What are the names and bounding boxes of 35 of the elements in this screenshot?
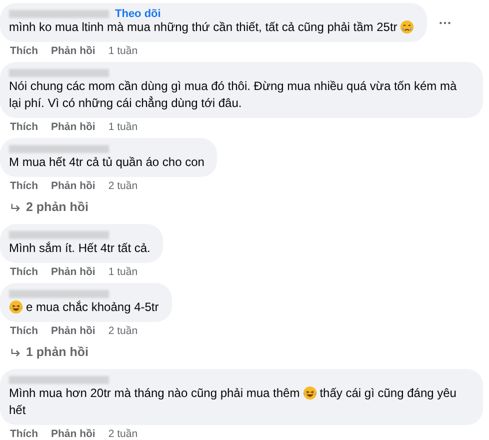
comment-text: Mình sắm ít. Hết 4tr tất cả. bbox=[9, 240, 150, 257]
follow-link[interactable]: Theo dõi bbox=[115, 8, 161, 20]
reply-arrow-icon bbox=[10, 202, 21, 212]
comment-time: 1 tuần bbox=[108, 121, 138, 133]
comment-time: 2 tuần bbox=[108, 428, 138, 440]
comment-time: 2 tuần bbox=[108, 180, 138, 192]
action-link[interactable]: Thích bbox=[10, 325, 38, 337]
comment-text: hết bbox=[9, 402, 26, 419]
comment-text: mình ko mua ltinh mà mua những thứ cần thiết, tất cả cũng phải tầm 25tr bbox=[9, 19, 398, 36]
action-link[interactable]: Thích bbox=[10, 266, 38, 278]
reply-arrow-icon bbox=[10, 348, 21, 356]
comment-text: e mua chắc khoảng 4-5tr bbox=[26, 299, 159, 316]
view-replies-link[interactable]: 2 phản hồi bbox=[26, 200, 88, 214]
comment-text: M mua hết 4tr cả tủ quần áo cho con bbox=[9, 154, 204, 171]
action-link[interactable]: Phản hồi bbox=[51, 180, 96, 192]
action-link[interactable]: Thích bbox=[10, 45, 38, 57]
action-link[interactable]: Phản hồi bbox=[51, 121, 96, 133]
comment-text: thấy cái gì cũng đáng yêu bbox=[320, 385, 456, 402]
action-link[interactable]: Thích bbox=[10, 180, 38, 192]
action-link[interactable]: Phản hồi bbox=[51, 325, 96, 337]
comment-time: 2 tuần bbox=[108, 325, 138, 337]
comment-time: 1 tuần bbox=[108, 45, 138, 57]
laughing-face-icon bbox=[9, 300, 23, 314]
action-link[interactable]: Phản hồi bbox=[51, 266, 96, 278]
action-link[interactable]: Phản hồi bbox=[51, 428, 96, 440]
crying-face-icon bbox=[400, 20, 414, 34]
laughing-face-icon bbox=[302, 386, 317, 400]
comment-text: Nói chung các mom cần dùng gì mua đó thôi. Đừng mua nhiều quá vừa tốn kém mà lại phí. Vì có những cái chẳng dùng tới đâu. bbox=[9, 78, 458, 112]
action-link[interactable]: Phản hồi bbox=[51, 45, 96, 57]
view-replies-link[interactable]: 1 phản hồi bbox=[26, 345, 88, 359]
action-link[interactable]: Thích bbox=[10, 121, 38, 133]
comment-time: 1 tuần bbox=[108, 266, 138, 278]
more-options-icon[interactable] bbox=[439, 20, 452, 24]
comment-text: Mình mua hơn 20tr mà tháng nào cũng phải mua thêm bbox=[9, 385, 300, 402]
action-link[interactable]: Thích bbox=[10, 428, 38, 440]
